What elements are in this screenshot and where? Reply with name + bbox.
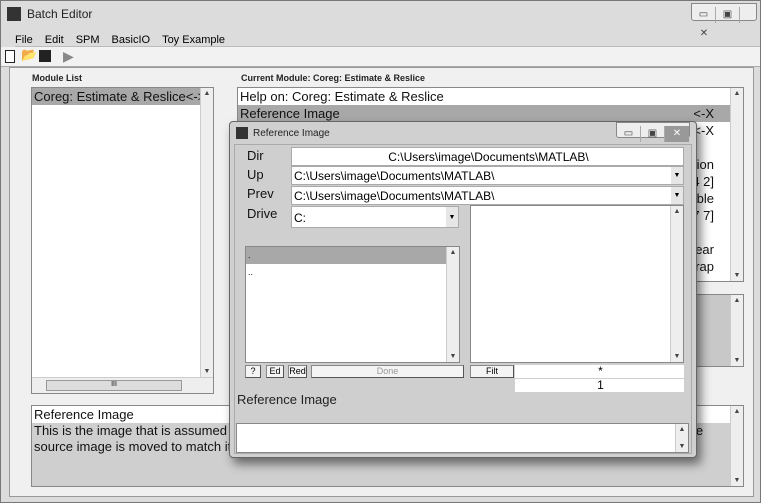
prompt-label: Reference Image xyxy=(237,392,337,407)
window-controls: ▭ ▣✕ xyxy=(691,3,757,39)
field-value: ble xyxy=(696,191,714,206)
field-label: Help on: Coreg: Estimate & Reslice xyxy=(240,89,444,104)
recursive-button[interactable]: Red xyxy=(288,365,307,378)
drive-dropdown[interactable]: C: ▼ xyxy=(291,206,459,228)
value-box-scrollbar[interactable]: ▲ ▼ xyxy=(730,295,743,366)
up-label: Up xyxy=(247,167,264,182)
up-value: C:\Users\image\Documents\MATLAB\ xyxy=(294,169,495,183)
drive-value: C: xyxy=(294,211,306,225)
dialog-close-button[interactable]: ✕ xyxy=(665,126,689,142)
done-button[interactable]: Done xyxy=(311,365,464,378)
chevron-down-icon: ▼ xyxy=(671,167,683,184)
module-list-hscrollbar[interactable]: III xyxy=(32,377,213,393)
open-icon[interactable]: 📂 xyxy=(21,47,37,63)
dialog-minimize-button[interactable]: ▭ xyxy=(617,126,641,142)
window-title: Batch Editor xyxy=(27,7,93,21)
prev-dropdown[interactable]: C:\Users\image\Documents\MATLAB\ ▼ xyxy=(291,186,684,205)
filter-button[interactable]: Filt xyxy=(470,365,514,378)
module-field-row[interactable]: Help on: Coreg: Estimate & Reslice xyxy=(238,88,730,105)
matlab-logo-icon xyxy=(236,127,248,139)
dir-item[interactable]: . xyxy=(246,247,446,264)
save-icon[interactable] xyxy=(39,50,51,62)
module-list[interactable]: Coreg: Estimate & Reslice<->X ▲ ▼ III xyxy=(31,87,214,394)
field-value: <-X xyxy=(693,106,714,121)
module-list-scrollbar[interactable]: ▲ ▼ xyxy=(200,88,213,377)
frames-input[interactable]: 1 xyxy=(515,379,684,392)
matlab-logo-icon xyxy=(7,7,21,21)
chevron-down-icon: ▼ xyxy=(446,207,458,227)
prev-label: Prev xyxy=(247,186,274,201)
menu-spm[interactable]: SPM xyxy=(76,34,100,46)
current-module-label: Current Module: Coreg: Estimate & Reslic… xyxy=(241,73,426,83)
dir-field: C:\Users\image\Documents\MATLAB\ xyxy=(291,147,684,166)
field-label: Reference Image xyxy=(240,106,340,121)
toolbar: 📂 ▶ xyxy=(1,47,760,67)
menu-basicio[interactable]: BasicIO xyxy=(112,34,151,46)
menu-bar: File Edit SPM BasicIO Toy Example xyxy=(15,30,760,47)
prev-value: C:\Users\image\Documents\MATLAB\ xyxy=(294,189,495,203)
filter-input[interactable]: * xyxy=(515,365,684,378)
module-list-label: Module List xyxy=(32,73,82,83)
module-item[interactable]: Coreg: Estimate & Reslice<->X xyxy=(32,88,200,105)
selected-files-box[interactable]: ▲ ▼ xyxy=(236,423,689,453)
dialog-maximize-button[interactable]: ▣ xyxy=(641,126,665,142)
minimize-button[interactable]: ▭ xyxy=(692,7,716,23)
directory-list-scrollbar[interactable]: ▲ ▼ xyxy=(446,247,459,362)
drive-label: Drive xyxy=(247,206,278,221)
dialog-window-controls: ▭ ▣ ✕ xyxy=(616,122,690,142)
field-value: ear xyxy=(695,242,714,257)
reference-image-dialog: Reference Image ▭ ▣ ✕ Dir C:\Users\image\D… xyxy=(229,121,697,458)
dir-item[interactable]: .. xyxy=(246,264,446,281)
menu-toy-example[interactable]: Toy Example xyxy=(162,34,225,46)
help-scrollbar[interactable]: ▲ ▼ xyxy=(730,406,743,486)
up-dropdown[interactable]: C:\Users\image\Documents\MATLAB\ ▼ xyxy=(291,166,684,185)
run-icon[interactable]: ▶ xyxy=(63,48,74,65)
dir-label: Dir xyxy=(247,148,264,163)
new-icon[interactable] xyxy=(5,50,15,63)
menu-file[interactable]: File xyxy=(15,34,33,46)
chevron-down-icon: ▼ xyxy=(671,187,683,204)
field-value: rap xyxy=(695,259,714,274)
help-button[interactable]: ? xyxy=(245,365,261,378)
file-list[interactable]: ▲ ▼ xyxy=(470,205,684,363)
dialog-title: Reference Image xyxy=(253,128,330,139)
selected-files-scrollbar[interactable]: ▲ ▼ xyxy=(675,424,688,452)
current-module-scrollbar[interactable]: ▲ ▼ xyxy=(730,88,743,281)
edit-button[interactable]: Ed xyxy=(266,365,284,378)
file-list-scrollbar[interactable]: ▲ ▼ xyxy=(670,206,683,362)
maximize-button[interactable]: ▣ xyxy=(716,7,740,23)
module-field-row[interactable]: Reference Image <-X xyxy=(238,105,730,122)
directory-list[interactable]: . .. ▲ ▼ xyxy=(245,246,460,363)
menu-edit[interactable]: Edit xyxy=(45,34,64,46)
